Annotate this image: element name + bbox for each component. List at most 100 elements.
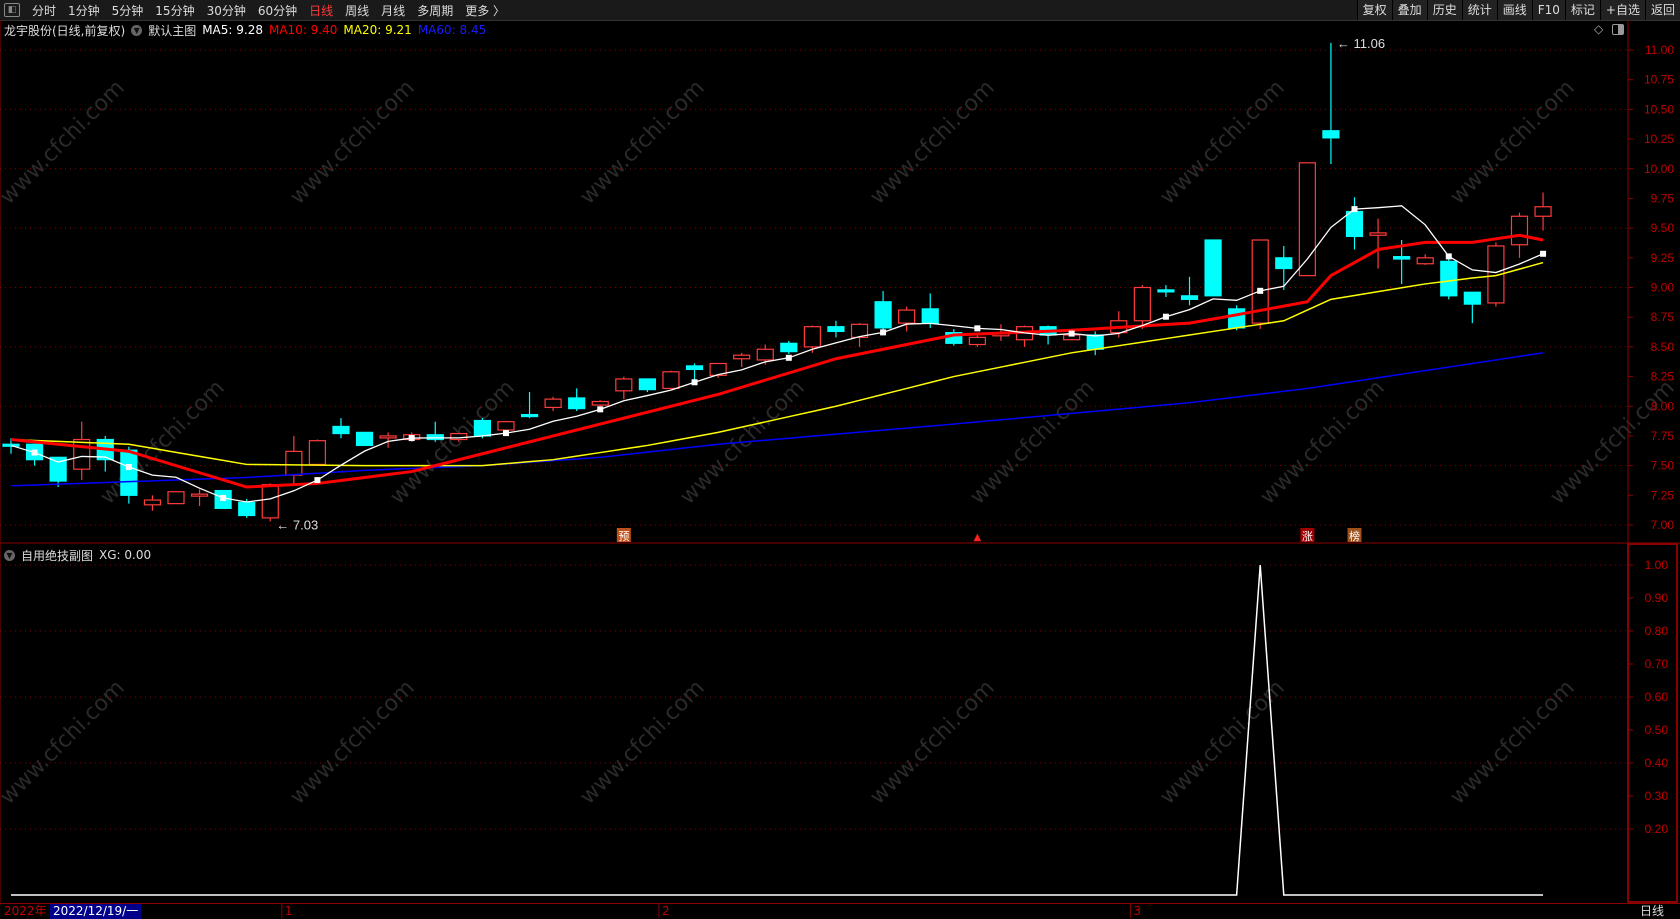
candle-up <box>968 336 986 346</box>
candle-down <box>1086 334 1104 350</box>
ma5-line <box>10 205 1544 503</box>
candle-up <box>544 398 562 409</box>
y-tick-label: 0.70 <box>1645 657 1669 671</box>
candle-down <box>426 434 444 441</box>
y-tick-label: 8.25 <box>1651 370 1675 384</box>
candle-up <box>1510 215 1529 246</box>
candle-up <box>733 354 751 360</box>
candle-down <box>1440 260 1458 297</box>
candle-down <box>332 425 350 435</box>
diamond-icon[interactable]: ◇ <box>1594 22 1603 36</box>
candle-down <box>1204 239 1222 297</box>
candle-up <box>73 438 91 470</box>
candle-down <box>120 449 138 496</box>
date-axis: 2022年 2022/12/19/一 1 2 3 日线 <box>0 903 1680 919</box>
cursor-date: 2022/12/19/一 <box>50 904 142 919</box>
candle-up <box>497 421 515 431</box>
y-tick-label: 10.25 <box>1644 132 1674 146</box>
candle-down <box>921 308 939 324</box>
y-tick-label: 0.50 <box>1645 723 1669 737</box>
signal-marker: 榜 <box>1349 529 1360 543</box>
y-tick-label: 8.50 <box>1651 340 1675 354</box>
ma5-point <box>1068 330 1075 337</box>
y-tick-label: 0.60 <box>1645 690 1669 704</box>
candle-down <box>238 501 256 517</box>
candle-down <box>780 342 798 353</box>
candle-up <box>1369 232 1387 236</box>
candle-down <box>1180 295 1199 300</box>
ma5-point <box>1540 250 1547 257</box>
ma10-value: MA10: 9.40 <box>268 23 338 37</box>
y-tick-label: 9.00 <box>1651 281 1675 295</box>
y-tick-label: 0.40 <box>1645 756 1669 770</box>
ma5-point <box>1162 313 1169 320</box>
candle-down <box>1345 210 1364 238</box>
low-price-label: ← 7.03 <box>276 517 318 532</box>
y-tick-label: 10.75 <box>1644 73 1674 87</box>
ma5-point <box>880 329 887 336</box>
y-tick-label: 9.50 <box>1651 221 1675 235</box>
candle-down <box>355 431 374 447</box>
candle-up <box>591 400 609 406</box>
ma5-point <box>31 449 38 456</box>
candle-up <box>450 432 468 441</box>
y-tick-label: 0.90 <box>1645 591 1669 605</box>
ma5-point <box>125 464 132 471</box>
y-tick-label: 9.75 <box>1651 191 1675 205</box>
y-tick-label: 10.50 <box>1644 102 1674 116</box>
candle-down <box>1393 256 1411 260</box>
ma5-point <box>974 325 981 332</box>
candle-up <box>261 484 279 519</box>
ma5-point <box>408 435 415 442</box>
candle-down <box>520 413 539 418</box>
candle-down <box>1463 291 1481 305</box>
ma5-value: MA5: 9.28 <box>202 23 263 37</box>
candle-down <box>1322 130 1340 139</box>
high-price-label: ← 11.06 <box>1337 36 1385 51</box>
candle-up <box>143 499 162 506</box>
template-name[interactable]: 默认主图 <box>148 22 196 39</box>
y-tick-label: 7.75 <box>1651 429 1675 443</box>
xg-value: XG: 0.00 <box>99 548 152 562</box>
ma5-point <box>785 354 792 361</box>
candle-up <box>1133 286 1151 322</box>
candle-down <box>874 301 892 329</box>
y-tick-label: 8.75 <box>1651 310 1675 324</box>
y-tick-label: 7.25 <box>1651 488 1675 502</box>
stock-title: 龙宇股份(日线,前复权) <box>4 23 126 38</box>
y-tick-label: 9.25 <box>1651 251 1675 265</box>
xg-line <box>11 564 1544 896</box>
candle-up <box>662 371 680 390</box>
chevron-down-icon[interactable]: ▼ <box>4 549 15 561</box>
y-tick-label: 8.00 <box>1651 399 1675 413</box>
ma5-point <box>1445 253 1452 260</box>
y-tick-label: 7.50 <box>1651 459 1675 473</box>
ma5-point <box>597 406 604 413</box>
candle-down <box>568 397 586 410</box>
panel-toggle-icon[interactable] <box>1612 24 1624 35</box>
sub-chart-info: ▼ 自用绝技副图 XG: 0.00 <box>4 546 151 564</box>
sub-chart-title[interactable]: 自用绝技副图 <box>21 547 93 564</box>
candle-down <box>473 419 491 437</box>
y-tick-label: 10.00 <box>1644 162 1674 176</box>
y-tick-label: 7.00 <box>1651 518 1675 532</box>
y-tick-label: 1.00 <box>1645 558 1669 572</box>
ma5-point <box>691 379 698 386</box>
ma20-value: MA20: 9.21 <box>343 23 412 37</box>
period-label[interactable]: 日线 <box>1640 904 1664 919</box>
ma5-point <box>1351 206 1358 213</box>
candle-down <box>1228 308 1246 329</box>
candle-down <box>1275 257 1293 270</box>
candle-up <box>756 348 774 361</box>
signal-marker: 涨 <box>1302 530 1313 543</box>
chevron-down-icon[interactable]: ▼ <box>131 24 143 36</box>
candle-up <box>898 309 916 324</box>
ma5-point <box>314 477 321 484</box>
y-tick-label: 0.30 <box>1645 789 1669 803</box>
kline-chart[interactable]: 11.0010.7510.5010.2510.009.759.509.259.0… <box>0 0 1680 918</box>
candle-up <box>1416 257 1434 265</box>
y-tick-label: 0.80 <box>1645 624 1669 638</box>
month-label: 2 <box>661 904 670 918</box>
candle-down <box>685 365 704 371</box>
year-label: 2022年 <box>4 904 47 918</box>
